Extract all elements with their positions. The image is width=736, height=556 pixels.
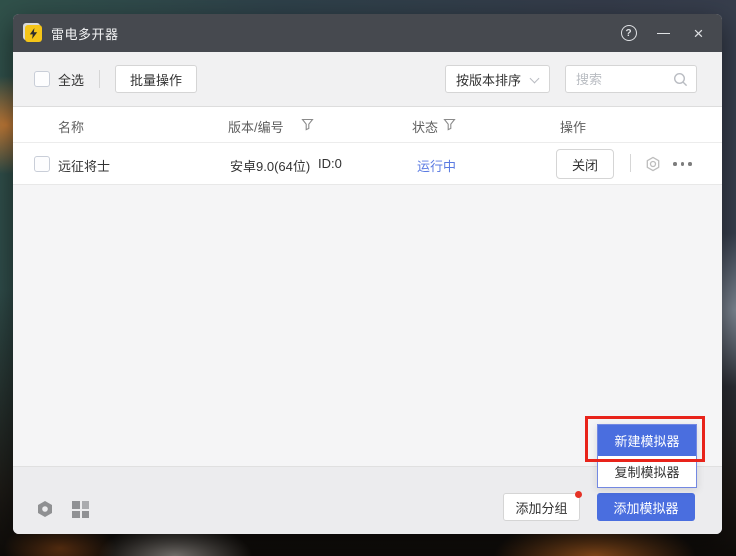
toolbar-divider xyxy=(99,70,100,88)
add-emulator-button[interactable]: 添加模拟器 xyxy=(597,493,695,521)
grid-view-icon[interactable] xyxy=(72,501,89,518)
app-lightning-icon xyxy=(25,25,42,42)
header-action: 操作 xyxy=(560,117,586,136)
close-emulator-button[interactable]: 关闭 xyxy=(556,149,614,179)
more-options-button[interactable] xyxy=(673,162,692,166)
emulator-name: 远征将士 xyxy=(58,156,110,175)
search-box xyxy=(565,65,697,93)
chevron-down-icon xyxy=(530,74,540,84)
minimize-button[interactable] xyxy=(646,14,681,52)
help-icon: ? xyxy=(621,25,637,41)
add-group-button[interactable]: 添加分组 xyxy=(503,493,580,521)
header-status: 状态 xyxy=(412,117,438,136)
emulator-version: 安卓9.0(64位) xyxy=(230,156,310,175)
menu-item-copy-emulator[interactable]: 复制模拟器 xyxy=(598,456,696,487)
help-button[interactable]: ? xyxy=(611,14,646,52)
minimize-icon xyxy=(657,33,670,34)
table-header: 名称 版本/编号 状态 操作 xyxy=(13,107,722,143)
add-group-label: 添加分组 xyxy=(515,498,567,517)
notification-dot xyxy=(575,491,582,498)
emulator-id: ID:0 xyxy=(318,156,342,171)
sort-dropdown-value: 按版本排序 xyxy=(456,70,521,89)
close-icon: × xyxy=(694,25,704,42)
table-row: 远征将士 安卓9.0(64位) ID:0 运行中 关闭 xyxy=(13,143,722,185)
filter-funnel-icon[interactable] xyxy=(443,118,456,131)
app-window: 雷电多开器 ? × 全选 批量操作 按版本排序 xyxy=(13,14,722,534)
menu-item-new-emulator[interactable]: 新建模拟器 xyxy=(598,425,696,456)
header-name: 名称 xyxy=(58,117,84,136)
titlebar[interactable]: 雷电多开器 ? × xyxy=(13,14,722,52)
row-checkbox[interactable] xyxy=(34,156,50,172)
app-title: 雷电多开器 xyxy=(51,24,119,43)
sort-dropdown[interactable]: 按版本排序 xyxy=(445,65,550,93)
close-button[interactable]: × xyxy=(681,14,716,52)
settings-nut-icon[interactable] xyxy=(36,500,54,518)
header-version: 版本/编号 xyxy=(228,117,284,136)
toolbar: 全选 批量操作 按版本排序 xyxy=(13,52,722,107)
filter-funnel-icon[interactable] xyxy=(301,118,314,131)
settings-gear-icon[interactable] xyxy=(645,156,661,172)
titlebar-buttons: ? × xyxy=(611,14,716,52)
search-icon xyxy=(673,72,688,87)
row-divider xyxy=(630,154,631,172)
status-badge: 运行中 xyxy=(417,156,456,175)
select-all-checkbox[interactable] xyxy=(34,71,50,87)
select-all-label: 全选 xyxy=(58,70,84,89)
context-menu: 新建模拟器 复制模拟器 xyxy=(597,424,697,488)
batch-operation-button[interactable]: 批量操作 xyxy=(115,65,197,93)
